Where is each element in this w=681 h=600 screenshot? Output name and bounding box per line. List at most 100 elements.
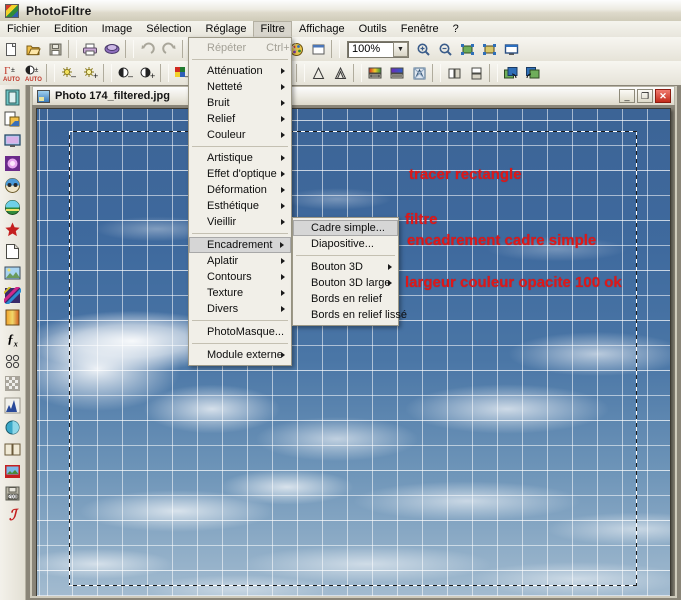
open-file-icon[interactable] bbox=[22, 39, 44, 60]
tool-book-icon[interactable] bbox=[2, 439, 24, 460]
menu-reglage[interactable]: Réglage bbox=[199, 21, 254, 37]
sharpen-icon[interactable] bbox=[307, 63, 329, 84]
menuitem-bouton-3d[interactable]: Bouton 3D bbox=[293, 259, 398, 275]
scan-acquire-icon[interactable] bbox=[101, 39, 123, 60]
minimize-button[interactable]: _ bbox=[619, 89, 635, 103]
zoom-in-icon[interactable] bbox=[412, 39, 434, 60]
actual-size-icon[interactable] bbox=[478, 39, 500, 60]
canvas-scroll-area[interactable]: tracer rectangle filtre encadrement cadr… bbox=[32, 105, 675, 596]
menuitem-couleur[interactable]: Couleur bbox=[189, 127, 291, 143]
submenu-arrow-icon bbox=[388, 264, 392, 270]
menuitem-repeter[interactable]: Répéter Ctrl+K bbox=[189, 40, 297, 56]
menu-image[interactable]: Image bbox=[95, 21, 140, 37]
menuitem-nettete[interactable]: Netteté bbox=[189, 79, 291, 95]
selection-rectangle[interactable] bbox=[69, 131, 637, 586]
brightness-down-icon[interactable]: – bbox=[57, 63, 79, 84]
menuitem-cadre-simple[interactable]: Cadre simple... bbox=[293, 220, 398, 236]
menuitem-encadrement[interactable]: Encadrement bbox=[189, 237, 291, 253]
close-button[interactable]: ✕ bbox=[655, 89, 671, 103]
menuitem-vieillir[interactable]: Vieillir bbox=[189, 214, 291, 230]
tool-stripes-icon[interactable] bbox=[2, 285, 24, 306]
tool-sphere-icon[interactable] bbox=[2, 197, 24, 218]
new-file-icon[interactable] bbox=[0, 39, 22, 60]
image-info-icon[interactable] bbox=[307, 39, 329, 60]
submenu-arrow-icon bbox=[281, 258, 285, 264]
menuitem-effet-optique-label: Effet d'optique bbox=[207, 168, 277, 180]
maximize-button[interactable]: ❐ bbox=[637, 89, 653, 103]
tool-pattern-icon[interactable] bbox=[2, 351, 24, 372]
menu-outils[interactable]: Outils bbox=[352, 21, 394, 37]
toolbar-separator bbox=[125, 40, 134, 58]
chevron-down-icon[interactable]: ▼ bbox=[393, 41, 408, 57]
zoom-level-combobox[interactable]: 100% ▼ bbox=[347, 40, 409, 58]
menuitem-relief[interactable]: Relief bbox=[189, 111, 291, 127]
auto-contrast-icon[interactable]: Γ ± AUTO bbox=[0, 63, 22, 84]
menuitem-bouton-3d-large[interactable]: Bouton 3D large bbox=[293, 275, 398, 291]
auto-levels-icon[interactable]: ± AUTO bbox=[22, 63, 44, 84]
print-icon[interactable] bbox=[79, 39, 101, 60]
tool-paste-icon[interactable] bbox=[2, 109, 24, 130]
menu-separator bbox=[192, 343, 288, 344]
menu-fichier[interactable]: Fichier bbox=[0, 21, 47, 37]
menuitem-effet-optique[interactable]: Effet d'optique bbox=[189, 166, 291, 182]
menuitem-esthetique[interactable]: Esthétique bbox=[189, 198, 291, 214]
redo-icon[interactable] bbox=[158, 39, 180, 60]
gradient-horizontal-icon[interactable] bbox=[364, 63, 386, 84]
tool-gradient-icon[interactable] bbox=[2, 307, 24, 328]
menu-help[interactable]: ? bbox=[446, 21, 466, 37]
menuitem-module-externe[interactable]: Module externe bbox=[189, 347, 291, 363]
mdi-client-area: Photo 174_filtered.jpg _ ❐ ✕ tracer rect… bbox=[26, 85, 681, 600]
rotate-right-icon[interactable] bbox=[522, 63, 544, 84]
tool-picture-icon[interactable] bbox=[2, 263, 24, 284]
tool-histogram-icon[interactable] bbox=[2, 395, 24, 416]
image-canvas[interactable]: tracer rectangle filtre encadrement cadr… bbox=[36, 108, 671, 596]
gradient-vertical-icon[interactable] bbox=[386, 63, 408, 84]
tool-effects-icon[interactable]: ƒx bbox=[2, 329, 24, 350]
contrast-up-icon[interactable]: + bbox=[136, 63, 158, 84]
menuitem-aplatir[interactable]: Aplatir bbox=[189, 253, 291, 269]
menu-edition[interactable]: Edition bbox=[47, 21, 95, 37]
tool-page-icon[interactable] bbox=[2, 241, 24, 262]
flip-horizontal-icon[interactable] bbox=[443, 63, 465, 84]
menuitem-contours[interactable]: Contours bbox=[189, 269, 291, 285]
menuitem-artistique[interactable]: Artistique bbox=[189, 150, 291, 166]
fit-screen-icon[interactable] bbox=[456, 39, 478, 60]
menuitem-divers[interactable]: Divers bbox=[189, 301, 291, 317]
toolbar-separator bbox=[489, 64, 498, 82]
submenu-arrow-icon bbox=[281, 352, 285, 358]
tool-photo-icon[interactable] bbox=[2, 461, 24, 482]
tool-save-icon[interactable]: 2000 bbox=[2, 483, 24, 504]
menu-affichage[interactable]: Affichage bbox=[292, 21, 352, 37]
menuitem-attenuation[interactable]: Atténuation bbox=[189, 63, 291, 79]
menuitem-diapositive[interactable]: Diapositive... bbox=[293, 236, 398, 252]
menuitem-deformation[interactable]: Déformation bbox=[189, 182, 291, 198]
menuitem-bords-en-relief-lisse[interactable]: Bords en relief lissé bbox=[293, 307, 407, 323]
menuitem-bords-en-relief[interactable]: Bords en relief bbox=[293, 291, 398, 307]
tool-camera-icon[interactable] bbox=[2, 175, 24, 196]
transparency-icon[interactable] bbox=[408, 63, 430, 84]
brightness-up-icon[interactable]: + bbox=[79, 63, 101, 84]
rotate-left-icon[interactable] bbox=[500, 63, 522, 84]
menu-filtre[interactable]: Filtre bbox=[253, 21, 292, 37]
tool-screen-icon[interactable] bbox=[2, 131, 24, 152]
tool-module-icon[interactable] bbox=[2, 87, 24, 108]
document-title: Photo 174_filtered.jpg bbox=[55, 90, 170, 102]
menuitem-photomasque[interactable]: PhotoMasque... bbox=[189, 324, 291, 340]
menuitem-texture[interactable]: Texture bbox=[189, 285, 291, 301]
tool-globe-icon[interactable] bbox=[2, 417, 24, 438]
menu-selection[interactable]: Sélection bbox=[139, 21, 198, 37]
sharpen-more-icon[interactable] bbox=[329, 63, 351, 84]
tool-star-icon[interactable] bbox=[2, 219, 24, 240]
menuitem-bruit[interactable]: Bruit bbox=[189, 95, 291, 111]
flip-vertical-icon[interactable] bbox=[465, 63, 487, 84]
tool-signature-icon[interactable]: ℐ bbox=[2, 505, 24, 526]
save-file-icon[interactable] bbox=[44, 39, 66, 60]
menuitem-attenuation-label: Atténuation bbox=[207, 65, 263, 77]
undo-icon[interactable] bbox=[136, 39, 158, 60]
zoom-out-icon[interactable] bbox=[434, 39, 456, 60]
tool-mosaic-icon[interactable] bbox=[2, 373, 24, 394]
fullscreen-icon[interactable] bbox=[500, 39, 522, 60]
contrast-down-icon[interactable]: – bbox=[114, 63, 136, 84]
tool-glow-icon[interactable] bbox=[2, 153, 24, 174]
menu-fenetre[interactable]: Fenêtre bbox=[394, 21, 446, 37]
